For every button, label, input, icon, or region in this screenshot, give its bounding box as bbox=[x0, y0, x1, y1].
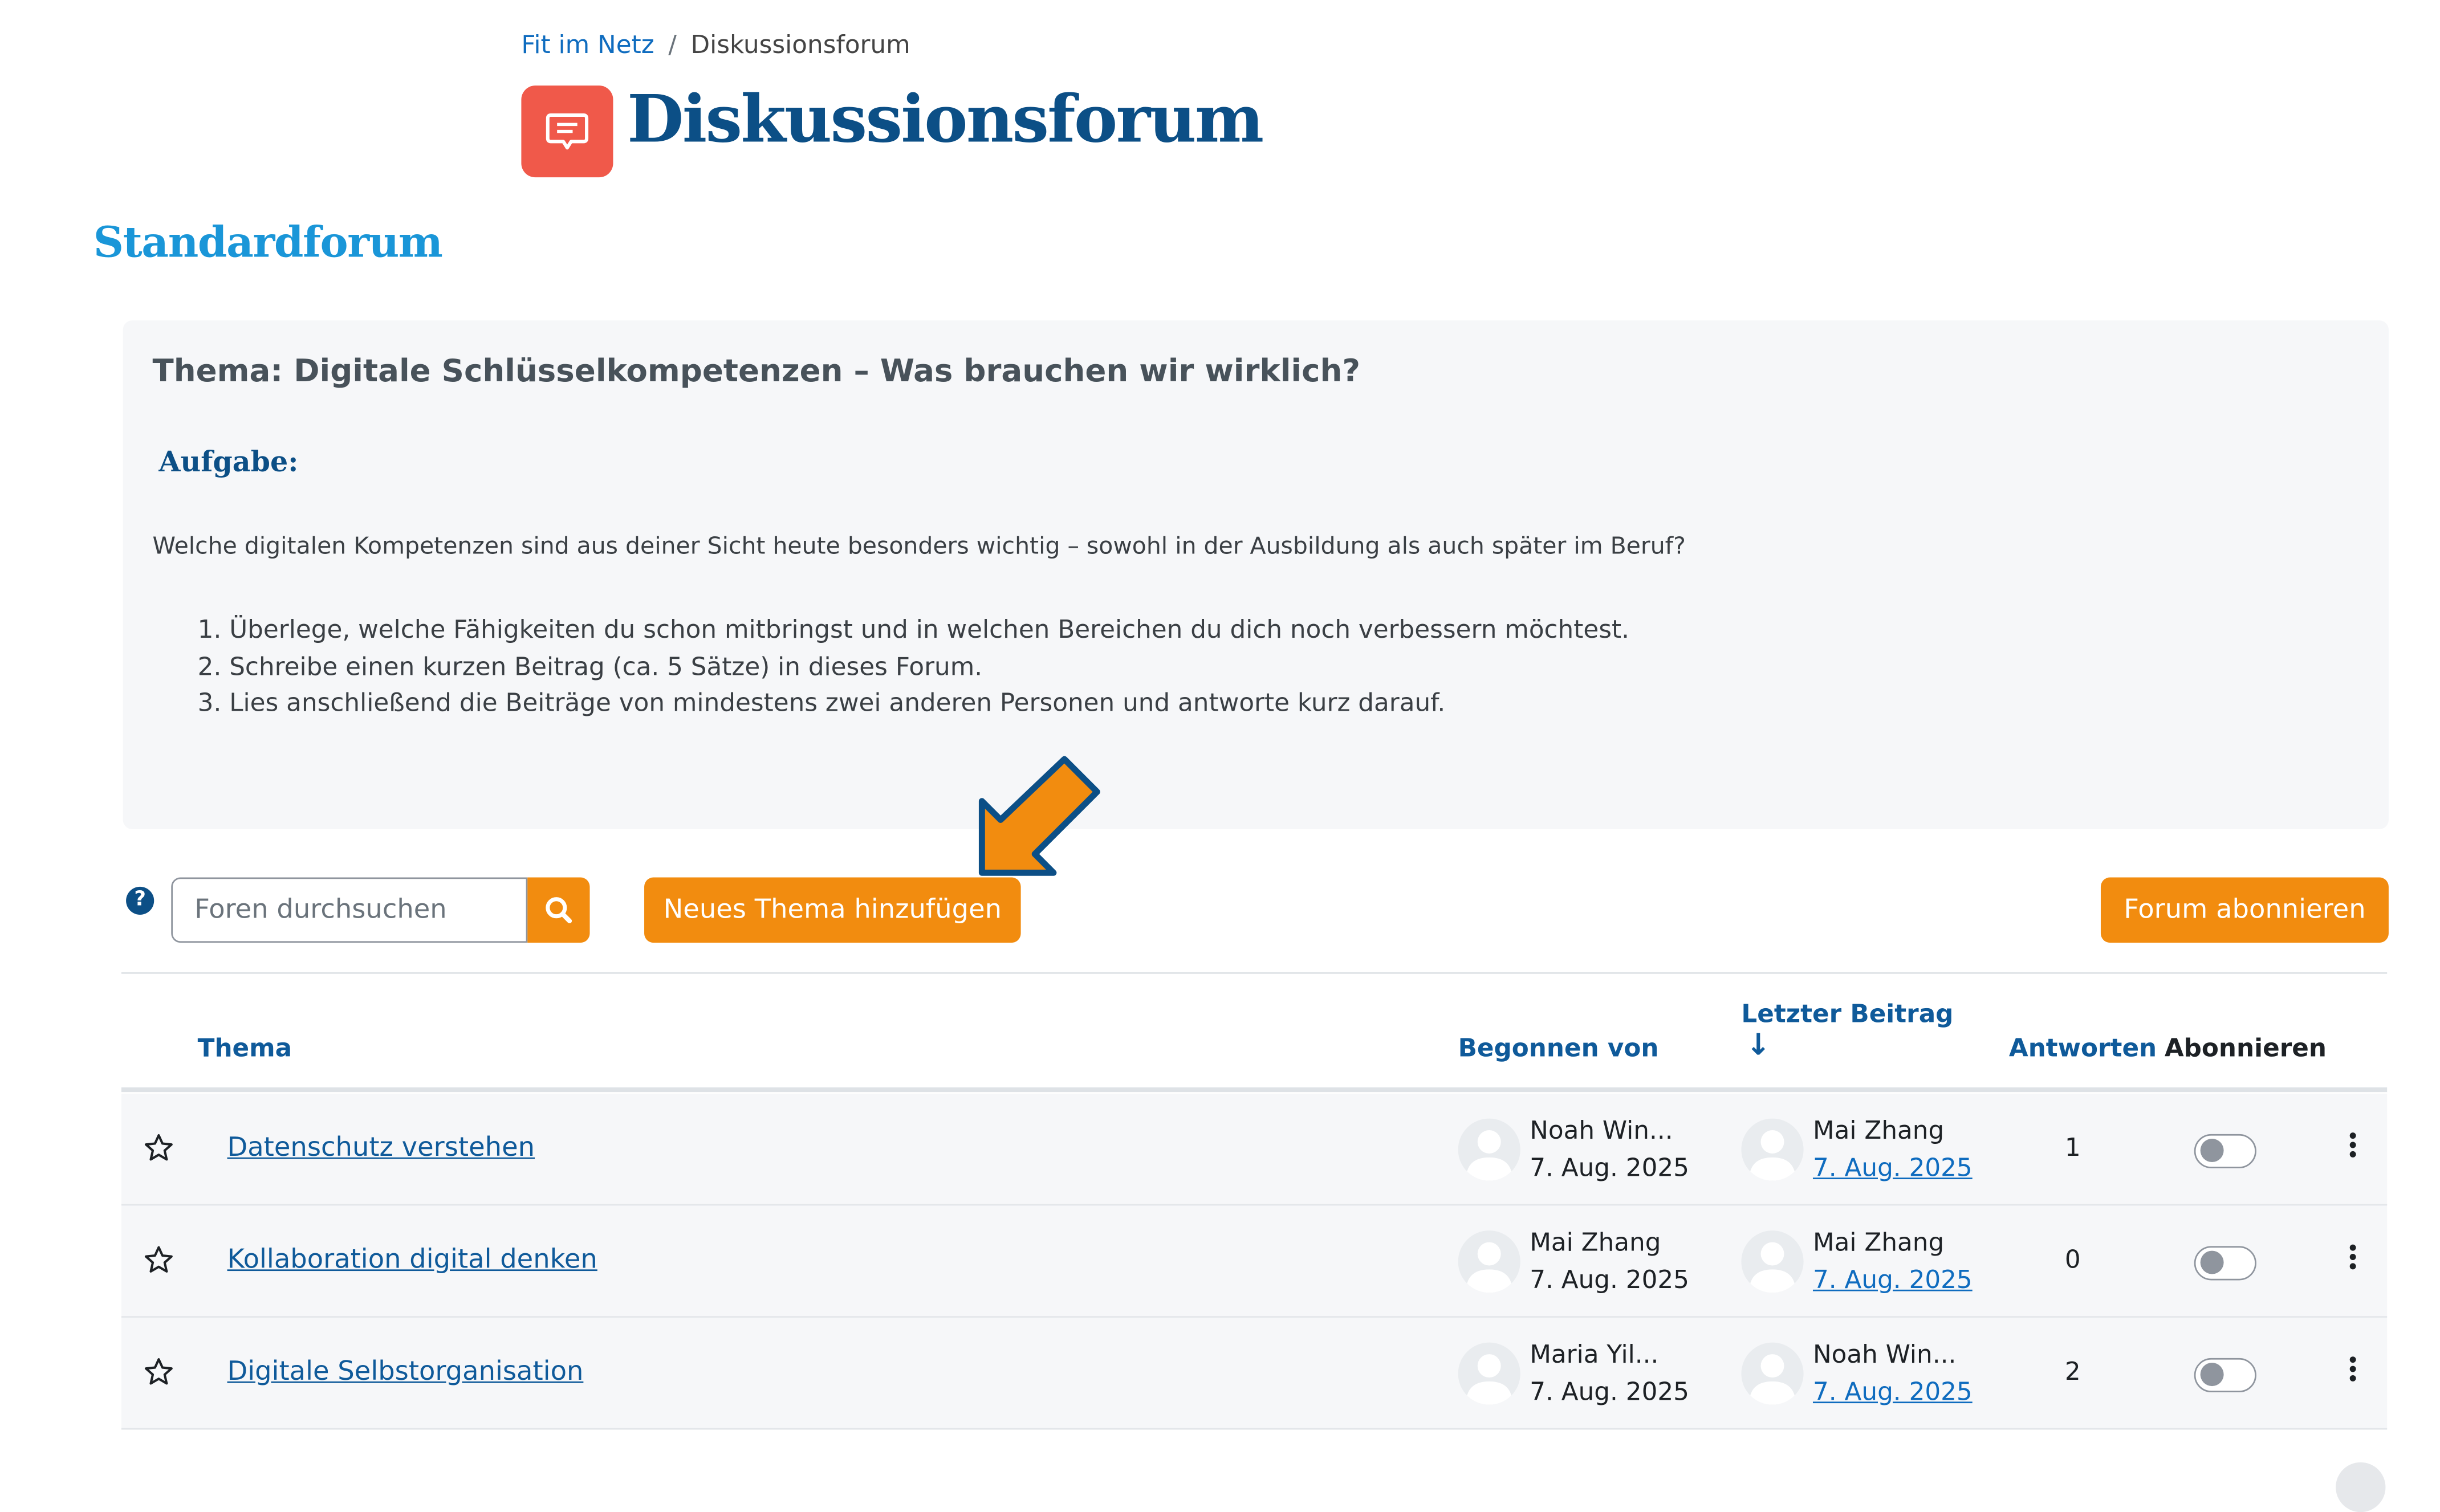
breadcrumb: Fit im Netz / Diskussionsforum bbox=[521, 30, 910, 59]
breadcrumb-home-link[interactable]: Fit im Netz bbox=[521, 30, 654, 59]
column-header-started-by[interactable]: Begonnen von bbox=[1458, 1033, 1659, 1062]
search-input[interactable] bbox=[171, 877, 528, 943]
scroll-to-top-button[interactable] bbox=[2336, 1462, 2386, 1512]
started-by-name[interactable]: Maria Yil... bbox=[1530, 1339, 1658, 1369]
kebab-menu-icon[interactable] bbox=[2347, 1356, 2359, 1388]
forum-type-heading: Standardforum bbox=[93, 219, 443, 268]
last-post-date-link[interactable]: 7. Aug. 2025 bbox=[1813, 1265, 1973, 1294]
column-header-subscribe: Abonnieren bbox=[2164, 1033, 2327, 1063]
last-post-date-link[interactable]: 7. Aug. 2025 bbox=[1813, 1377, 1973, 1407]
toggle-knob bbox=[2200, 1139, 2224, 1163]
star-outline-icon[interactable] bbox=[143, 1132, 174, 1164]
help-icon[interactable]: ? bbox=[126, 886, 154, 915]
task-steps: 1. Überlege, welche Fähigkeiten du schon… bbox=[198, 612, 1629, 721]
intro-question: Welche digitalen Kompetenzen sind aus de… bbox=[152, 532, 1686, 560]
table-header-border bbox=[121, 1087, 2388, 1093]
star-outline-icon[interactable] bbox=[143, 1356, 174, 1388]
kebab-menu-icon[interactable] bbox=[2347, 1132, 2359, 1164]
avatar[interactable] bbox=[1741, 1230, 1804, 1293]
toggle-knob bbox=[2200, 1250, 2224, 1274]
subscribe-toggle[interactable] bbox=[2194, 1246, 2256, 1281]
table-row: Kollaboration digital denken Mai Zhang 7… bbox=[121, 1205, 2388, 1318]
started-by-name[interactable]: Noah Win... bbox=[1530, 1115, 1673, 1145]
topic-link[interactable]: Kollaboration digital denken bbox=[227, 1245, 597, 1276]
column-header-topic[interactable]: Thema bbox=[198, 1033, 292, 1062]
kebab-menu-icon[interactable] bbox=[2347, 1244, 2359, 1276]
breadcrumb-current: Diskussionsforum bbox=[690, 29, 910, 59]
reply-count: 0 bbox=[2064, 1244, 2081, 1274]
search-icon bbox=[546, 897, 572, 924]
divider bbox=[121, 972, 2388, 974]
avatar[interactable] bbox=[1458, 1230, 1520, 1293]
search-button[interactable] bbox=[527, 877, 590, 943]
orange-arrow-icon bbox=[978, 756, 1100, 876]
avatar[interactable] bbox=[1458, 1342, 1520, 1405]
column-header-replies[interactable]: Antworten bbox=[2009, 1033, 2157, 1062]
started-date: 7. Aug. 2025 bbox=[1530, 1152, 1689, 1183]
avatar[interactable] bbox=[1458, 1118, 1520, 1181]
topic-link[interactable]: Digitale Selbstorganisation bbox=[227, 1356, 584, 1388]
avatar[interactable] bbox=[1741, 1118, 1804, 1181]
star-outline-icon[interactable] bbox=[143, 1245, 174, 1276]
forum-intro: Thema: Digitale Schlüsselkompetenzen – W… bbox=[123, 320, 2389, 829]
started-date: 7. Aug. 2025 bbox=[1530, 1265, 1689, 1295]
last-post-date-link[interactable]: 7. Aug. 2025 bbox=[1813, 1153, 1973, 1183]
subscribe-toggle[interactable] bbox=[2194, 1358, 2256, 1392]
topic-link[interactable]: Datenschutz verstehen bbox=[227, 1132, 535, 1164]
table-row: Datenschutz verstehen Noah Win... 7. Aug… bbox=[121, 1093, 2388, 1206]
started-date: 7. Aug. 2025 bbox=[1530, 1376, 1689, 1407]
column-header-last-post[interactable]: Letzter Beitrag bbox=[1741, 999, 1953, 1028]
task-label: Aufgabe: bbox=[158, 446, 299, 479]
reply-count: 1 bbox=[2064, 1132, 2081, 1163]
last-post-author[interactable]: Noah Win... bbox=[1813, 1339, 1956, 1369]
last-post-author[interactable]: Mai Zhang bbox=[1813, 1228, 1944, 1257]
task-step: 1. Überlege, welche Fähigkeiten du schon… bbox=[197, 614, 1630, 645]
intro-title: Thema: Digitale Schlüsselkompetenzen – W… bbox=[152, 351, 1361, 389]
avatar[interactable] bbox=[1741, 1342, 1804, 1405]
sort-descending-icon[interactable]: ↓ bbox=[1746, 1028, 1771, 1062]
add-topic-button[interactable]: Neues Thema hinzufügen bbox=[644, 877, 1021, 943]
page-title: Diskussionsforum bbox=[627, 80, 1264, 157]
task-step: 3. Lies anschließend die Beiträge von mi… bbox=[197, 687, 1446, 718]
task-step: 2. Schreibe einen kurzen Beitrag (ca. 5 … bbox=[197, 651, 983, 681]
forum-page: Fit im Netz / Diskussionsforum Diskussions… bbox=[0, 0, 2440, 1512]
subscribe-toggle[interactable] bbox=[2194, 1134, 2256, 1168]
last-post-author[interactable]: Mai Zhang bbox=[1813, 1115, 1944, 1145]
reply-count: 2 bbox=[2064, 1356, 2081, 1387]
breadcrumb-separator: / bbox=[668, 29, 677, 59]
started-by-name[interactable]: Mai Zhang bbox=[1530, 1228, 1661, 1257]
subscribe-forum-button[interactable]: Forum abonnieren bbox=[2100, 877, 2389, 943]
chat-bubble-icon bbox=[521, 85, 613, 178]
table-row: Digitale Selbstorganisation Maria Yil...… bbox=[121, 1317, 2388, 1430]
toggle-knob bbox=[2200, 1363, 2224, 1387]
